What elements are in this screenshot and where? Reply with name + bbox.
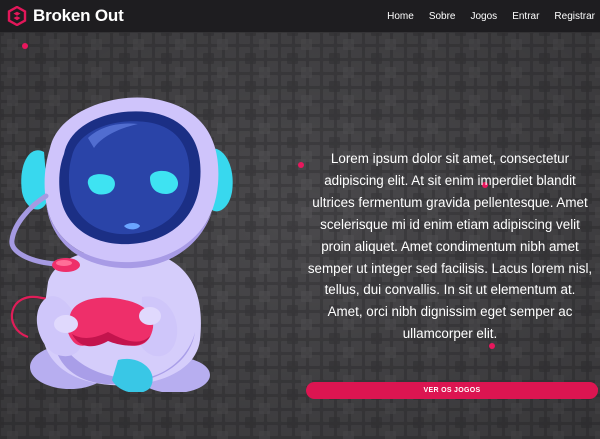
nav-link-entrar[interactable]: Entrar xyxy=(512,11,539,22)
sparkle-dot xyxy=(22,43,28,49)
nav-link-registrar[interactable]: Registrar xyxy=(554,11,595,22)
brand-name: Broken Out xyxy=(33,6,124,25)
nav-link-sobre[interactable]: Sobre xyxy=(429,11,456,22)
sparkle-dot xyxy=(298,162,304,168)
hero-description: Lorem ipsum dolor sit amet, consectetur … xyxy=(307,151,593,342)
brand[interactable]: Broken Out xyxy=(7,0,124,32)
nav-link-jogos[interactable]: Jogos xyxy=(471,11,498,22)
broken-out-logo-icon xyxy=(7,6,27,26)
nav-link-home[interactable]: Home xyxy=(387,11,414,22)
nav-links: Home Sobre Jogos Entrar Registrar xyxy=(372,0,595,32)
hero-section: Lorem ipsum dolor sit amet, consectetur … xyxy=(0,32,600,439)
robot-gamer-mascot xyxy=(9,97,233,392)
navbar: Broken Out Home Sobre Jogos Entrar Regis… xyxy=(0,0,600,32)
ver-os-jogos-button[interactable]: VER OS JOGOS xyxy=(306,382,598,399)
